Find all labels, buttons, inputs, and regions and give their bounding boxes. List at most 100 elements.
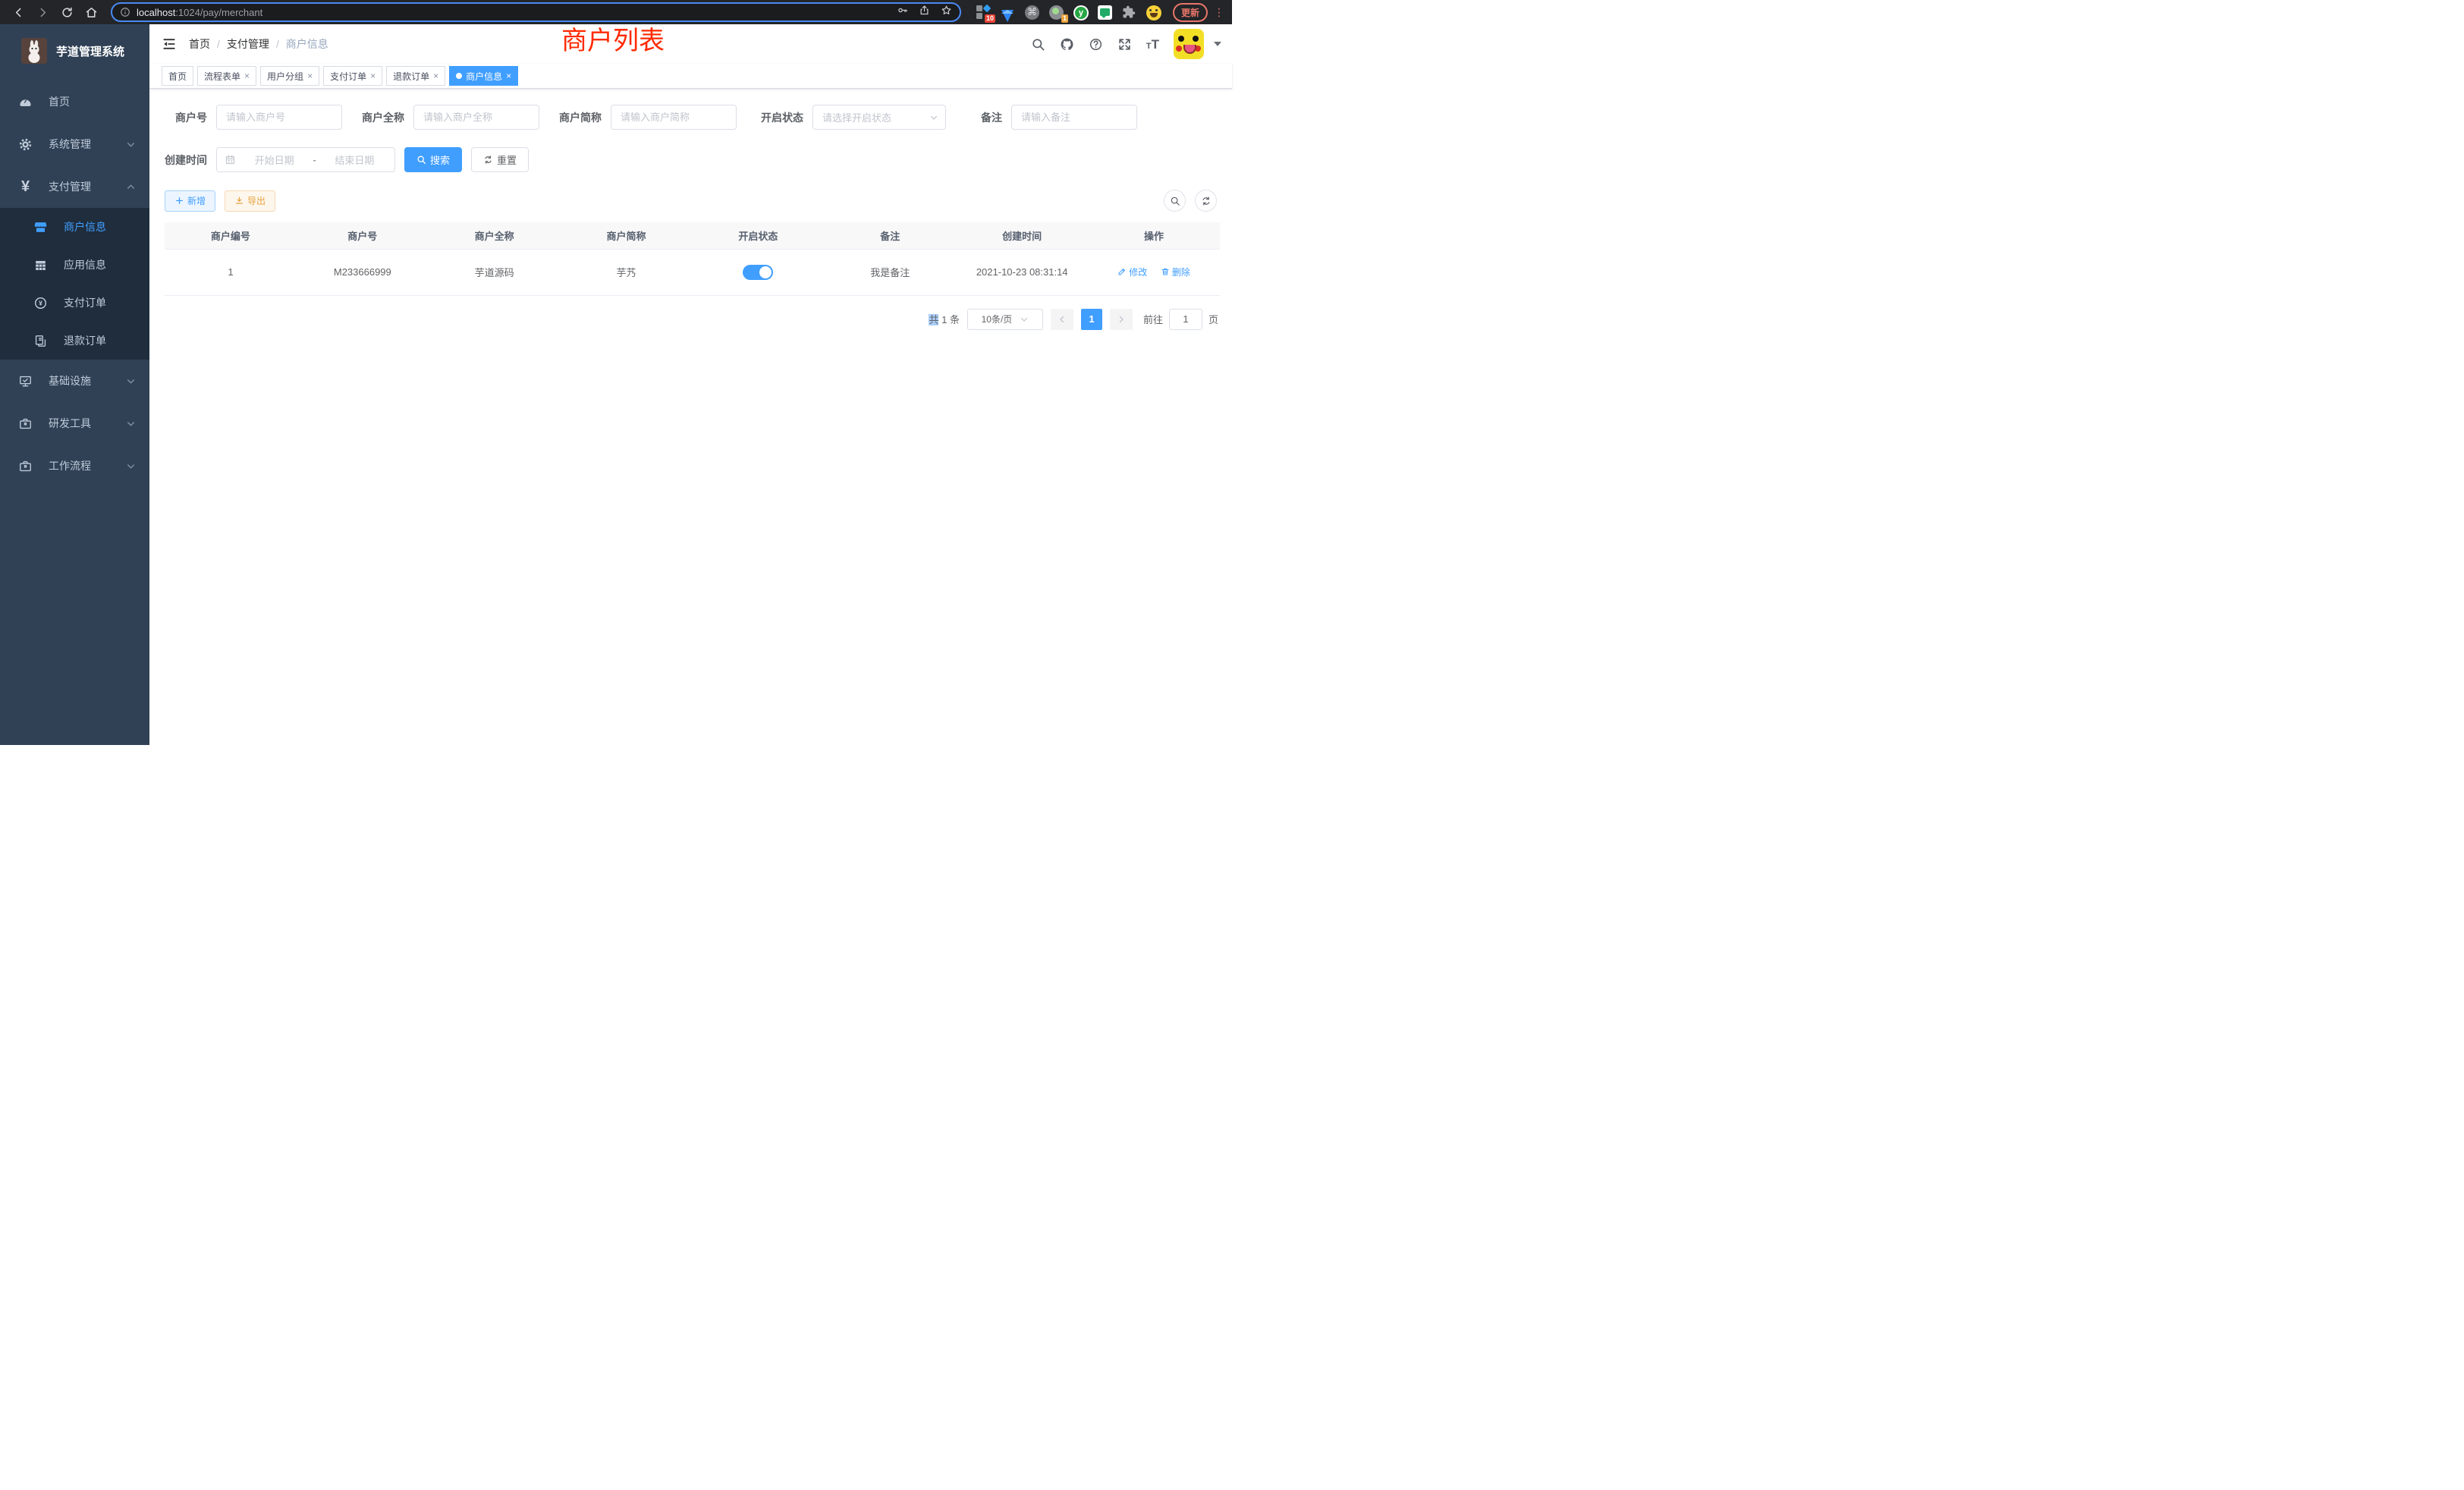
next-page-button[interactable] xyxy=(1110,309,1133,330)
gem-extension-icon[interactable] xyxy=(1001,5,1015,20)
font-size-icon[interactable]: TT xyxy=(1146,38,1159,51)
chrome-update-button[interactable]: 更新 xyxy=(1173,3,1208,22)
sidebar-toggle-icon[interactable] xyxy=(149,36,189,52)
breadcrumb-home[interactable]: 首页 xyxy=(189,36,210,52)
filter-merchant-no: 商户号 xyxy=(165,105,342,130)
help-icon[interactable] xyxy=(1089,37,1103,52)
cell-create-time: 2021-10-23 08:31:14 xyxy=(956,249,1088,295)
sidebar-item-refund-order[interactable]: 退款订单 xyxy=(0,322,149,360)
monitor-icon xyxy=(18,374,33,388)
dashboard-icon xyxy=(18,95,33,109)
yen-circle-icon: ¥ xyxy=(33,296,48,310)
sidebar-item-infrastructure[interactable]: 基础设施 xyxy=(0,360,149,402)
session-extension-icon[interactable]: 1 xyxy=(1049,5,1064,20)
merchant-no-input[interactable] xyxy=(216,105,342,130)
url-text[interactable]: localhost:1024/pay/merchant xyxy=(137,7,891,18)
full-name-input[interactable] xyxy=(413,105,539,130)
sidebar-item-payment[interactable]: ¥ 支付管理 xyxy=(0,165,149,208)
command-extension-icon[interactable]: ⌘ xyxy=(1025,5,1039,20)
sidebar-item-system[interactable]: 系统管理 xyxy=(0,123,149,165)
start-date-placeholder: 开始日期 xyxy=(242,152,306,167)
search-icon[interactable] xyxy=(1031,37,1045,52)
page-content: 商户号 商户全称 商户简称 开启状态 请选择开启状态 xyxy=(149,89,1232,745)
caret-down-icon[interactable] xyxy=(1214,42,1221,46)
table-header-row: 商户编号 商户号 商户全称 商户简称 开启状态 备注 创建时间 操作 xyxy=(165,222,1220,249)
sidebar-item-merchant-info[interactable]: 商户信息 xyxy=(0,208,149,246)
edit-button[interactable]: 修改 xyxy=(1117,266,1147,278)
breadcrumb-payment[interactable]: 支付管理 xyxy=(227,36,269,52)
password-key-icon[interactable] xyxy=(897,5,908,20)
kebab-menu-icon[interactable]: ⋮ xyxy=(1214,8,1224,16)
close-icon[interactable] xyxy=(244,71,250,80)
breadcrumb-current: 商户信息 xyxy=(286,36,328,52)
profile-avatar-icon[interactable] xyxy=(1146,5,1161,20)
add-button[interactable]: 新增 xyxy=(165,190,215,212)
github-icon[interactable] xyxy=(1060,37,1074,52)
chevron-down-icon xyxy=(126,140,136,149)
refresh-table-icon[interactable] xyxy=(1195,190,1217,212)
close-icon[interactable] xyxy=(307,71,313,80)
share-icon[interactable] xyxy=(919,5,930,20)
bookmark-star-icon[interactable] xyxy=(941,5,952,20)
col-create-time: 创建时间 xyxy=(956,222,1088,249)
sidebar-item-label: 商户信息 xyxy=(64,219,136,234)
show-search-toggle-icon[interactable] xyxy=(1164,190,1186,212)
fullscreen-icon[interactable] xyxy=(1117,37,1132,52)
sidebar-item-workflow[interactable]: 工作流程 xyxy=(0,445,149,487)
tab-user-group[interactable]: 用户分组 xyxy=(260,66,319,86)
delete-button[interactable]: 删除 xyxy=(1161,266,1190,278)
tab-merchant-info[interactable]: 商户信息 xyxy=(449,66,518,86)
y-extension-icon[interactable]: y xyxy=(1073,5,1088,20)
status-toggle[interactable] xyxy=(743,265,773,280)
site-info-icon[interactable] xyxy=(120,7,130,17)
tab-manager-extension-icon[interactable]: 10 xyxy=(976,5,991,20)
tab-pay-order[interactable]: 支付订单 xyxy=(323,66,382,86)
navbar-actions: TT xyxy=(1031,29,1232,59)
forward-icon[interactable] xyxy=(32,2,53,22)
reset-button[interactable]: 重置 xyxy=(471,147,529,172)
close-icon[interactable] xyxy=(370,71,376,80)
home-icon[interactable] xyxy=(80,2,102,22)
sidebar-item-pay-order[interactable]: ¥ 支付订单 xyxy=(0,284,149,322)
close-icon[interactable] xyxy=(433,71,438,80)
search-button[interactable]: 搜索 xyxy=(404,147,462,172)
tab-refund-order[interactable]: 退款订单 xyxy=(386,66,445,86)
sidebar-item-home[interactable]: 首页 xyxy=(0,80,149,123)
shop-icon xyxy=(33,220,48,234)
sidebar-item-label: 首页 xyxy=(49,94,136,109)
grid-icon xyxy=(33,258,48,272)
sidebar-logo-row[interactable]: 芋道管理系统 xyxy=(0,24,149,77)
goto-page-input[interactable] xyxy=(1169,309,1202,330)
back-icon[interactable] xyxy=(8,2,29,22)
cell-full-name: 芋道源码 xyxy=(429,249,561,295)
page-size-select[interactable]: 10条/页 xyxy=(967,309,1043,330)
prev-page-button[interactable] xyxy=(1051,309,1073,330)
remark-input[interactable] xyxy=(1011,105,1137,130)
tab-home[interactable]: 首页 xyxy=(162,66,193,86)
breadcrumb-separator: / xyxy=(217,38,220,50)
status-select[interactable]: 请选择开启状态 xyxy=(812,105,946,130)
reload-icon[interactable] xyxy=(56,2,77,22)
col-actions: 操作 xyxy=(1088,222,1220,249)
navbar: 首页 / 支付管理 / 商户信息 TT xyxy=(149,24,1232,64)
col-full-name: 商户全称 xyxy=(429,222,561,249)
tab-process-form[interactable]: 流程表单 xyxy=(197,66,256,86)
page-number-1[interactable]: 1 xyxy=(1081,309,1102,330)
pagination-total: 共 1 条 xyxy=(929,312,960,326)
extensions-puzzle-icon[interactable] xyxy=(1122,5,1136,20)
chevron-down-icon xyxy=(929,113,938,122)
close-icon[interactable] xyxy=(506,71,511,80)
sidebar-item-dev-tools[interactable]: 研发工具 xyxy=(0,402,149,445)
filter-row-2: 创建时间 开始日期 - 结束日期 搜索 重置 xyxy=(165,147,1220,172)
merchant-table: 商户编号 商户号 商户全称 商户简称 开启状态 备注 创建时间 操作 1 M23… xyxy=(165,222,1220,296)
user-avatar[interactable] xyxy=(1174,29,1204,59)
create-time-range-picker[interactable]: 开始日期 - 结束日期 xyxy=(216,147,395,172)
short-name-input[interactable] xyxy=(611,105,737,130)
export-button[interactable]: 导出 xyxy=(225,190,275,212)
sidebar: 芋道管理系统 首页 系统管理 ¥ 支付管理 xyxy=(0,24,149,745)
goto-label: 前往 xyxy=(1143,312,1163,326)
address-bar[interactable]: localhost:1024/pay/merchant xyxy=(111,2,961,22)
sidebar-item-app-info[interactable]: 应用信息 xyxy=(0,246,149,284)
sidebar-item-label: 应用信息 xyxy=(64,257,136,272)
chat-extension-icon[interactable] xyxy=(1098,5,1112,20)
